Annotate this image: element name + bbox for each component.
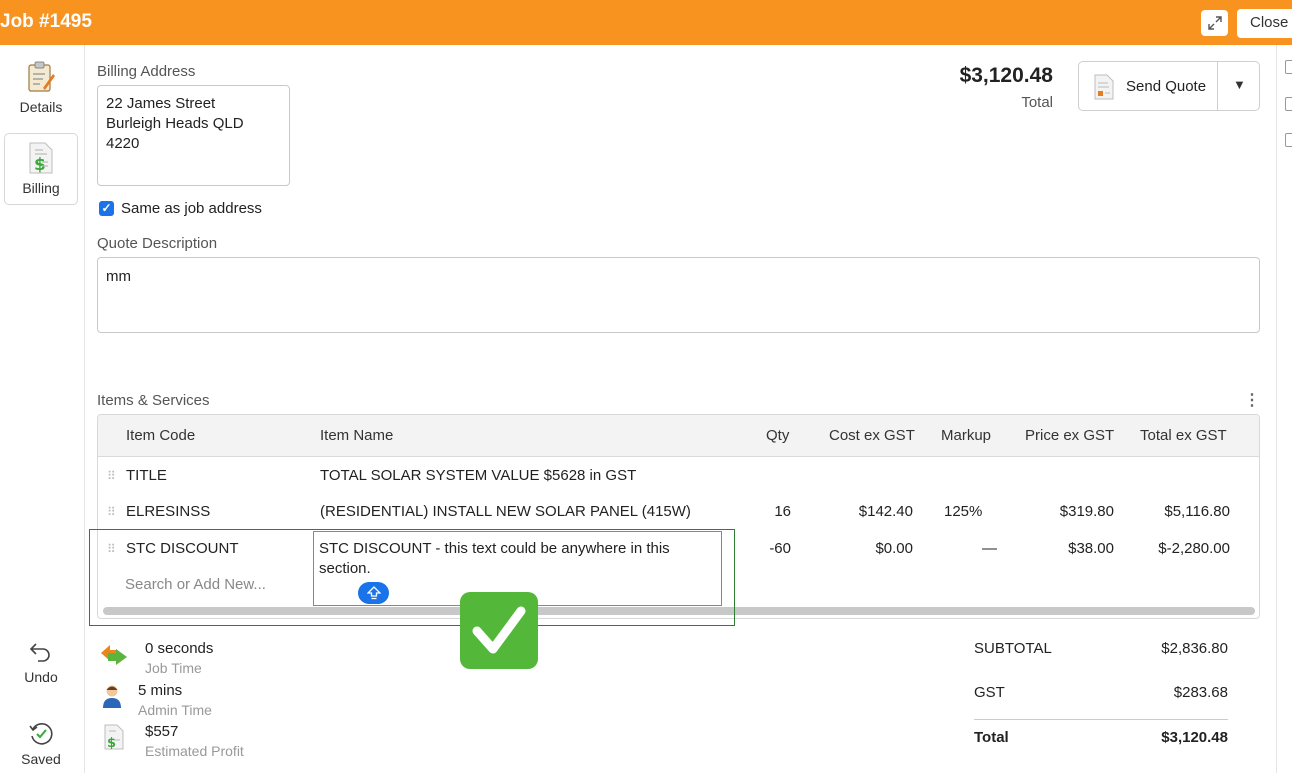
- drag-handle-icon[interactable]: ⠿: [107, 505, 116, 519]
- quote-description-field[interactable]: mm: [97, 257, 1260, 333]
- column-header[interactable]: Qty: [766, 427, 789, 444]
- item-code-cell[interactable]: ELRESINSS: [126, 503, 210, 520]
- markup-cell[interactable]: 125%: [944, 503, 982, 520]
- price-cell[interactable]: $319.80: [1023, 503, 1114, 520]
- items-services-label: Items & Services: [97, 392, 210, 409]
- cost-cell[interactable]: $142.40: [828, 503, 913, 520]
- grand-total-label: Total: [974, 729, 1009, 746]
- address-line: Burleigh Heads QLD: [106, 115, 244, 132]
- column-header[interactable]: Item Name: [320, 427, 393, 444]
- saved-label: Saved: [21, 751, 61, 767]
- item-code-cell[interactable]: TITLE: [126, 467, 167, 484]
- qty-cell[interactable]: 16: [748, 503, 791, 520]
- invoice-dollar-icon: $: [104, 724, 124, 750]
- totals-divider: [974, 719, 1228, 720]
- clipboard-icon[interactable]: [1285, 133, 1292, 147]
- item-name-cell[interactable]: (RESIDENTIAL) INSTALL NEW SOLAR PANEL (4…: [320, 503, 691, 520]
- chevron-down-icon[interactable]: ▼: [1233, 77, 1246, 92]
- undo-arrow-icon: [29, 643, 50, 662]
- same-as-job-label[interactable]: Same as job address: [121, 200, 262, 217]
- job-time-value: 0 seconds: [145, 640, 214, 657]
- sidebar-item-label: Details: [19, 99, 63, 115]
- item-name-cell[interactable]: TOTAL SOLAR SYSTEM VALUE $5628 in GST: [320, 467, 636, 484]
- column-header[interactable]: Total ex GST: [1140, 427, 1227, 444]
- expand-icon: [1207, 16, 1222, 30]
- grand-total-value: $3,120.48: [1161, 729, 1228, 746]
- green-check-icon: [460, 592, 538, 669]
- sidebar-item-details[interactable]: Details: [4, 61, 78, 133]
- swap-arrows-icon: [101, 645, 127, 665]
- address-line: 22 James Street: [106, 95, 216, 112]
- billing-address-field[interactable]: 22 James Street Burleigh Heads QLD 4220: [97, 85, 290, 186]
- left-sidebar: Details $ Billing Undo Saved: [0, 45, 85, 773]
- cost-cell[interactable]: $0.00: [828, 540, 913, 557]
- expand-button[interactable]: [1201, 10, 1228, 36]
- total-cell: $5,116.80: [1164, 503, 1230, 520]
- clipboard-edit-icon: [28, 61, 55, 92]
- saved-status: Saved: [4, 721, 78, 767]
- document-icon[interactable]: [1285, 60, 1292, 74]
- quote-total-caption: Total: [1021, 94, 1053, 111]
- gst-value: $283.68: [1173, 684, 1228, 701]
- admin-time-caption: Admin Time: [138, 702, 212, 718]
- qty-cell[interactable]: -60: [748, 540, 791, 557]
- estimated-profit-value: $557: [145, 723, 179, 740]
- subtotal-value: $2,836.80: [1161, 640, 1228, 657]
- column-header[interactable]: Cost ex GST: [829, 427, 915, 444]
- saved-check-icon: [29, 723, 53, 745]
- svg-text:$: $: [34, 155, 46, 174]
- window-titlebar: Job #1495 Close: [0, 0, 1292, 45]
- drag-handle-icon[interactable]: ⠿: [107, 469, 116, 483]
- job-title: Job #1495: [0, 11, 92, 32]
- markup-cell[interactable]: —: [982, 540, 997, 557]
- job-time-caption: Job Time: [145, 660, 202, 676]
- estimated-profit-caption: Estimated Profit: [145, 743, 244, 759]
- quote-description-label: Quote Description: [97, 235, 218, 252]
- expand-editor-button[interactable]: [358, 582, 389, 604]
- total-cell: $-2,280.00: [1158, 540, 1230, 557]
- more-options-icon[interactable]: ⋮: [1244, 390, 1260, 410]
- gst-label: GST: [974, 684, 1005, 701]
- sidebar-item-label: Billing: [22, 180, 60, 196]
- price-cell[interactable]: $38.00: [1023, 540, 1114, 557]
- admin-time-value: 5 mins: [138, 682, 183, 699]
- column-header[interactable]: Markup: [941, 427, 991, 444]
- highlight-frame: [89, 529, 735, 626]
- send-quote-button[interactable]: Send Quote ▼: [1078, 61, 1260, 111]
- send-quote-label: Send Quote: [1126, 78, 1207, 95]
- column-header[interactable]: Price ex GST: [1025, 427, 1114, 444]
- subtotal-label: SUBTOTAL: [974, 640, 1052, 657]
- close-button[interactable]: Close: [1237, 9, 1292, 38]
- button-divider: [1217, 62, 1218, 110]
- billing-address-label: Billing Address: [97, 63, 196, 80]
- undo-label: Undo: [24, 669, 58, 685]
- quote-total-amount: $3,120.48: [959, 64, 1053, 87]
- address-line: 4220: [106, 135, 140, 152]
- invoice-dollar-icon: $: [29, 142, 53, 174]
- print-icon[interactable]: [1285, 97, 1292, 111]
- svg-text:$: $: [107, 736, 116, 750]
- table-header: Item Code Item Name Qty Cost ex GST Mark…: [98, 415, 1259, 457]
- upload-arrow-icon: [366, 586, 381, 600]
- sidebar-item-billing[interactable]: $ Billing: [4, 133, 78, 205]
- person-icon: [103, 685, 121, 708]
- same-as-job-checkbox[interactable]: ✓: [99, 201, 114, 216]
- quote-document-icon: [1094, 74, 1114, 100]
- undo-button[interactable]: Undo: [4, 641, 78, 685]
- column-header[interactable]: Item Code: [126, 427, 195, 444]
- right-toolbar: [1276, 45, 1292, 773]
